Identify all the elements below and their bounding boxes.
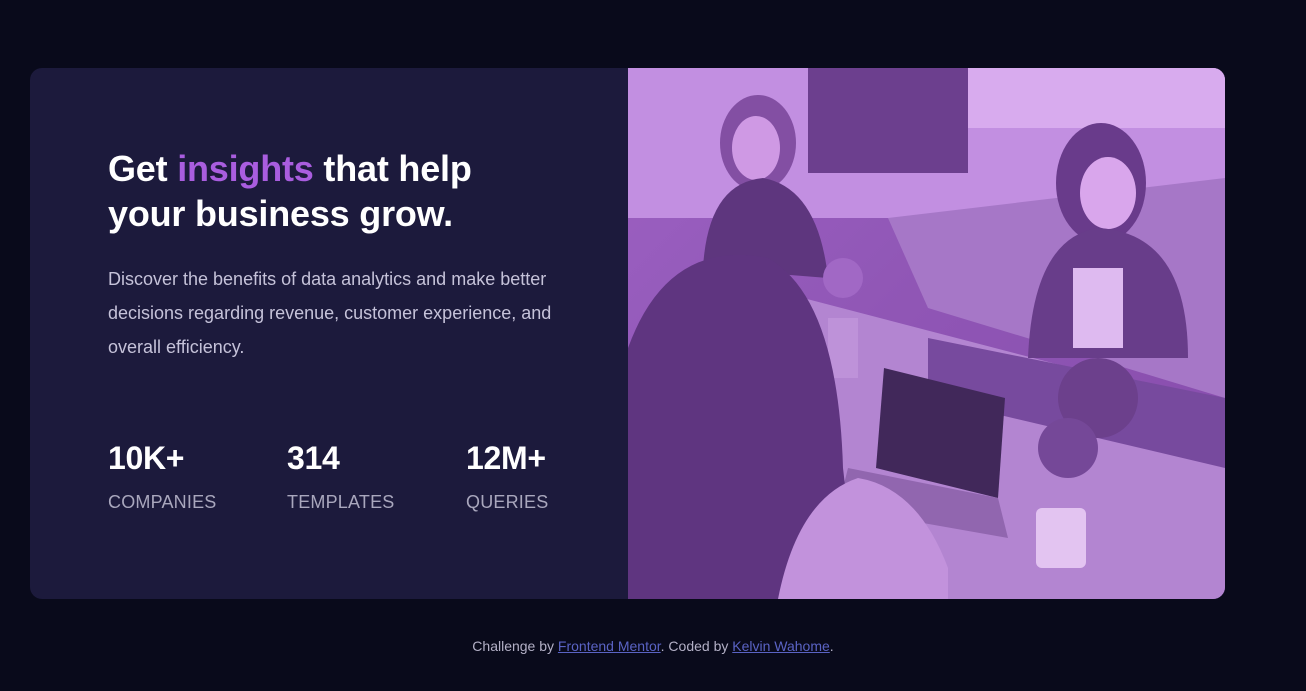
stat-value: 314 bbox=[287, 440, 340, 476]
headline-accent: insights bbox=[177, 148, 314, 189]
stats-row: 10K+ companies 314 templates 12M+ querie… bbox=[108, 438, 645, 513]
photo-overlay bbox=[628, 68, 1225, 599]
card-content: Get insights that help your business gro… bbox=[30, 68, 628, 599]
stats-card: Get insights that help your business gro… bbox=[30, 68, 1225, 599]
stat-label: companies bbox=[108, 492, 217, 512]
stat-templates: 314 templates bbox=[287, 438, 466, 513]
headline: Get insights that help your business gro… bbox=[108, 146, 538, 236]
stat-queries: 12M+ queries bbox=[466, 438, 645, 513]
stat-label: templates bbox=[287, 492, 395, 512]
attribution-footer: Challenge by Frontend Mentor. Coded by K… bbox=[0, 638, 1306, 654]
footer-middle: . Coded by bbox=[660, 638, 733, 654]
team-photo bbox=[628, 68, 1225, 599]
footer-suffix: . bbox=[829, 638, 834, 654]
stat-label: queries bbox=[466, 492, 549, 512]
frontend-mentor-link[interactable]: Frontend Mentor bbox=[558, 638, 661, 654]
headline-before: Get bbox=[108, 148, 178, 189]
stat-companies: 10K+ companies bbox=[108, 438, 287, 513]
stat-value: 10K+ bbox=[108, 440, 185, 476]
author-link[interactable]: Kelvin Wahome bbox=[732, 638, 830, 654]
footer-prefix: Challenge by bbox=[472, 638, 558, 654]
description: Discover the benefits of data analytics … bbox=[108, 269, 552, 357]
stat-value: 12M+ bbox=[466, 440, 546, 476]
